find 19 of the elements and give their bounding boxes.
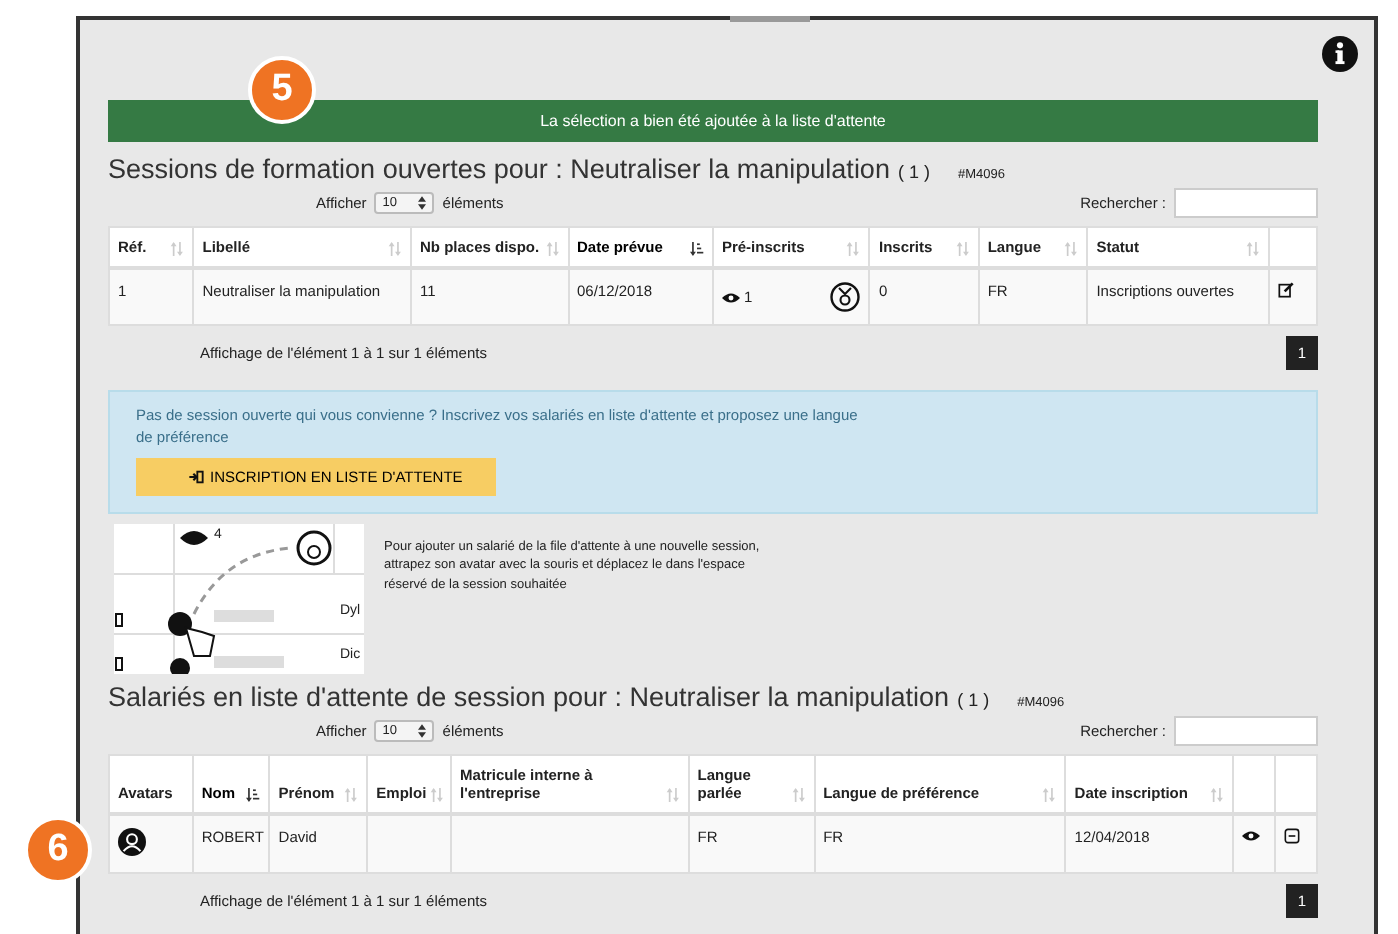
- employee-count: ( 1 ): [957, 689, 990, 709]
- sign-in-icon: [188, 469, 204, 483]
- success-alert: La sélection a bien été ajoutée à la liste d'attente: [108, 100, 1318, 142]
- section-title: Sessions de formation ouvertes pour : Neutraliser la manipulation: [108, 154, 890, 184]
- table-cell: [367, 813, 452, 872]
- search-field[interactable]: [1174, 715, 1318, 745]
- minus-square-icon[interactable]: [1284, 827, 1300, 843]
- edit-icon[interactable]: [1277, 282, 1294, 298]
- caret-icon: [418, 196, 427, 210]
- info-icon[interactable]: [1322, 36, 1358, 72]
- avatar-slot-icon[interactable]: [830, 282, 861, 312]
- step-badge: 6: [24, 816, 92, 884]
- eye-icon[interactable]: [1242, 829, 1261, 841]
- session-count: ( 1 ): [897, 162, 930, 182]
- eye-icon[interactable]: [721, 291, 740, 303]
- section-title: Salariés en liste d'attente de session pour : Neutraliser la manipulation: [108, 681, 950, 711]
- user-avatar-icon[interactable]: [118, 827, 146, 855]
- search-field[interactable]: [1174, 188, 1318, 218]
- caret-icon: [418, 723, 427, 737]
